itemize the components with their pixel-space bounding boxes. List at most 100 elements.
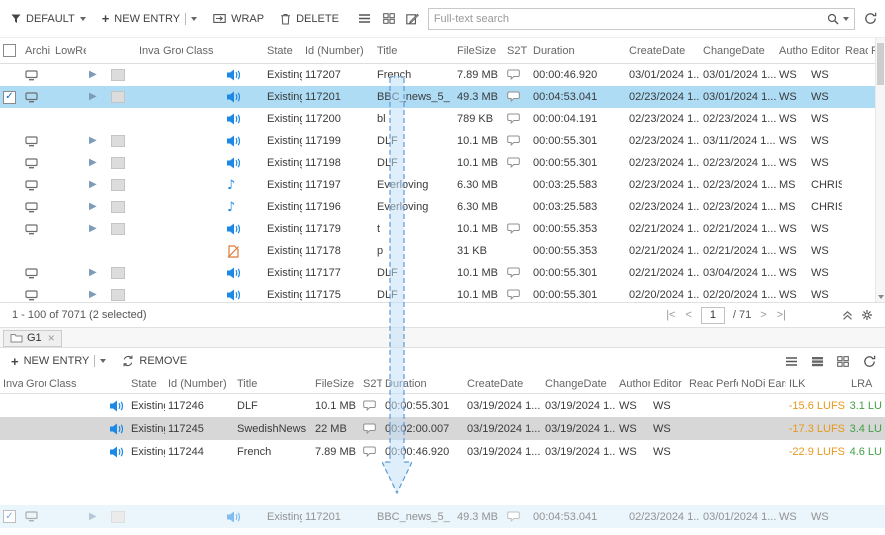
asset-table-row[interactable]: Existing117200bl789 KB00:00:04.19102/23/…	[0, 108, 875, 130]
column-header-editor[interactable]: Editor	[650, 374, 686, 393]
edit-filter-icon[interactable]	[404, 9, 422, 29]
select-all-checkbox[interactable]	[3, 44, 16, 57]
column-header-ilk[interactable]: ILK	[786, 374, 848, 393]
broken-media-icon	[227, 245, 239, 258]
column-header-create[interactable]: CreateDate	[464, 374, 542, 393]
column-header-inval[interactable]: Inval	[0, 374, 23, 393]
asset-table-row[interactable]: ▶Existing117207French7.89 MB00:00:46.920…	[0, 64, 875, 86]
column-header-title[interactable]: Title	[234, 374, 312, 393]
chevron-down-icon[interactable]	[191, 17, 197, 21]
play-icon[interactable]: ▶	[89, 202, 97, 212]
play-icon[interactable]: ▶	[89, 136, 97, 146]
settings-gear-icon[interactable]	[857, 305, 877, 325]
new-entry-button[interactable]: + NEW ENTRY	[97, 9, 202, 28]
asset-table-row[interactable]: ▶Existing117175DLF10.1 MB00:00:55.30102/…	[0, 284, 875, 302]
column-header-id[interactable]: Id (Number)	[302, 38, 374, 63]
first-page-button[interactable]: |<	[661, 309, 680, 321]
remove-button[interactable]: REMOVE	[117, 352, 192, 370]
column-header-s2t[interactable]: S2T	[504, 38, 530, 63]
column-header-dur[interactable]: Duration	[530, 38, 626, 63]
asset-table-row[interactable]: ▶Existing117179t10.1 MB00:00:55.35302/21…	[0, 218, 875, 240]
column-header-lowres[interactable]: LowRes	[52, 38, 86, 63]
column-header-create[interactable]: CreateDate	[626, 38, 700, 63]
asset-table-row[interactable]: ▶Existing117199DLF10.1 MB00:00:55.30102/…	[0, 130, 875, 152]
grid-view-icon[interactable]	[833, 351, 853, 371]
row-checkbox[interactable]: ✓	[3, 91, 16, 104]
play-icon[interactable]: ▶	[89, 268, 97, 278]
delete-button[interactable]: DELETE	[275, 10, 344, 28]
column-header-read[interactable]: Read	[686, 374, 713, 393]
list-view-icon[interactable]	[781, 351, 801, 371]
last-page-button[interactable]: >|	[772, 309, 791, 321]
asset-table-row[interactable]: ✓▶Existing117201BBC_news_5_49.3 MB00:04:…	[0, 506, 885, 528]
column-header-play[interactable]	[86, 38, 108, 63]
column-header-size[interactable]: FileSize	[312, 374, 360, 393]
column-header-id[interactable]: Id (Number)	[165, 374, 234, 393]
column-header-author[interactable]: Author	[776, 38, 808, 63]
column-header-grou[interactable]: Grou	[23, 374, 46, 393]
play-icon[interactable]: ▶	[89, 512, 97, 522]
filter-preset-button[interactable]: DEFAULT	[6, 10, 91, 28]
column-header-lra[interactable]: LRA	[848, 374, 885, 393]
column-header-read[interactable]: Read	[842, 38, 868, 63]
play-icon[interactable]: ▶	[89, 158, 97, 168]
perfe-cell	[868, 174, 875, 196]
prev-page-button[interactable]: <	[680, 309, 696, 321]
chevron-down-icon[interactable]	[100, 359, 106, 363]
column-header-size[interactable]: FileSize	[454, 38, 504, 63]
refresh-icon[interactable]	[859, 351, 879, 371]
page-number-input[interactable]: 1	[701, 307, 725, 324]
column-header-s2t[interactable]: S2T	[360, 374, 382, 393]
play-icon[interactable]: ▶	[89, 92, 97, 102]
group-table-row[interactable]: Existing117246DLF10.1 MB00:00:55.30103/1…	[0, 394, 885, 417]
column-header-media[interactable]	[224, 38, 264, 63]
next-page-button[interactable]: >	[755, 309, 771, 321]
column-header-change[interactable]: ChangeDate	[542, 374, 616, 393]
column-header-inval[interactable]: Inval	[136, 38, 160, 63]
column-header-author[interactable]: Author	[616, 374, 650, 393]
column-header-title[interactable]: Title	[374, 38, 454, 63]
asset-table-row[interactable]: ✓▶Existing117201BBC_news_5_49.3 MB00:04:…	[0, 86, 875, 108]
collapse-panel-icon[interactable]	[837, 305, 857, 325]
column-header-class[interactable]: Class	[46, 374, 128, 393]
column-header-nodi[interactable]: NoDi	[738, 374, 765, 393]
list-view-icon[interactable]	[356, 9, 374, 29]
compact-view-icon[interactable]	[807, 351, 827, 371]
column-header-state[interactable]: State	[128, 374, 165, 393]
search-input[interactable]	[434, 13, 823, 25]
asset-table-row[interactable]: ▶♪Existing117196Everloving6.30 MB00:03:2…	[0, 196, 875, 218]
asset-table-row[interactable]: ▶♪Existing117197Everloving6.30 MB00:03:2…	[0, 174, 875, 196]
close-tab-icon[interactable]: ×	[48, 332, 55, 344]
play-icon[interactable]: ▶	[89, 70, 97, 80]
search-icon[interactable]	[827, 13, 839, 25]
play-icon[interactable]: ▶	[89, 180, 97, 190]
group-table-row[interactable]: Existing117245SwedishNews22 MB00:02:00.0…	[0, 417, 885, 440]
column-header-dur[interactable]: Duration	[382, 374, 464, 393]
column-header-sel[interactable]	[0, 38, 22, 63]
scrollbar-thumb[interactable]	[877, 43, 884, 85]
play-icon[interactable]: ▶	[89, 290, 97, 300]
new-entry-button[interactable]: + NEW ENTRY	[6, 352, 111, 371]
column-header-thumb[interactable]	[108, 38, 136, 63]
asset-table-row[interactable]: ▶Existing117198DLF10.1 MB00:00:55.30102/…	[0, 152, 875, 174]
column-header-archi[interactable]: Archi	[22, 38, 52, 63]
column-header-grou[interactable]: Grou	[160, 38, 183, 63]
vertical-scrollbar[interactable]	[875, 38, 885, 302]
column-header-editor[interactable]: Editor	[808, 38, 842, 63]
row-checkbox[interactable]: ✓	[3, 510, 16, 523]
wrap-button[interactable]: WRAP	[208, 10, 269, 28]
refresh-icon[interactable]	[861, 9, 879, 29]
column-header-perfe[interactable]: Perfe	[713, 374, 738, 393]
asset-table-row[interactable]: ▶Existing117177DLF10.1 MB00:00:55.30102/…	[0, 262, 875, 284]
search-options-chevron-icon[interactable]	[843, 17, 849, 21]
column-header-change[interactable]: ChangeDate	[700, 38, 776, 63]
group-table-row[interactable]: Existing117244French7.89 MB00:00:46.9200…	[0, 440, 885, 463]
scrollbar-down-arrow[interactable]	[878, 295, 884, 299]
column-header-ears[interactable]: Ears	[765, 374, 786, 393]
column-header-state[interactable]: State	[264, 38, 302, 63]
grid-view-icon[interactable]	[380, 9, 398, 29]
asset-table-row[interactable]: Existing117178p31 KB00:00:55.35302/21/20…	[0, 240, 875, 262]
column-header-class[interactable]: Class	[183, 38, 224, 63]
tab-g1[interactable]: G1 ×	[3, 330, 62, 347]
play-icon[interactable]: ▶	[89, 224, 97, 234]
